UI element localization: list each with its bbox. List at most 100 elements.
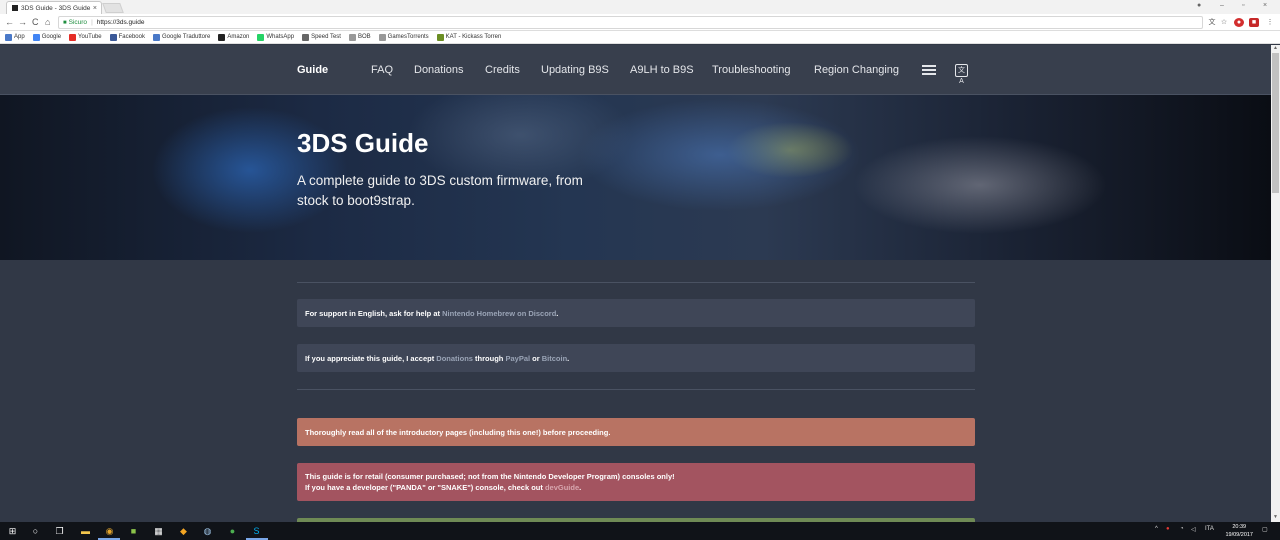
- bookmark-label: App: [14, 34, 25, 40]
- nav-updating-b9s[interactable]: Updating B9S: [541, 64, 609, 76]
- apps-grid-icon: [5, 33, 12, 41]
- bookmark-item[interactable]: YouTube: [69, 33, 102, 41]
- support-text: For support in English, ask for help at …: [305, 308, 967, 319]
- bitcoin-link[interactable]: Bitcoin: [542, 354, 567, 363]
- discord-link[interactable]: Nintendo Homebrew on Discord: [442, 309, 556, 318]
- bookmark-item[interactable]: Google Traduttore: [152, 33, 210, 41]
- speedtest-icon: [302, 33, 310, 41]
- bookmark-label: Speed Test: [311, 34, 341, 40]
- reload-icon[interactable]: C: [32, 17, 39, 27]
- tab-close-icon[interactable]: ×: [93, 5, 97, 12]
- language-translate-icon[interactable]: 文A: [955, 64, 968, 85]
- chrome-icon[interactable]: ◉: [104, 526, 115, 537]
- home-icon[interactable]: ⌂: [45, 17, 50, 27]
- support-notice: For support in English, ask for help at …: [297, 299, 975, 327]
- scroll-up-icon[interactable]: ▲: [1271, 45, 1280, 53]
- bookmark-item[interactable]: GamesTorrents: [378, 33, 429, 41]
- divider: [297, 282, 975, 283]
- back-icon[interactable]: ←: [5, 17, 14, 27]
- forward-icon[interactable]: →: [18, 17, 27, 27]
- task-view-icon[interactable]: ❐: [54, 526, 65, 537]
- whatsapp-icon: [257, 33, 265, 41]
- bookmark-item[interactable]: WhatsApp: [257, 33, 295, 41]
- bookmark-label: BOB: [357, 34, 371, 40]
- donations-link[interactable]: Donations: [436, 354, 473, 363]
- notifications-icon[interactable]: ▢: [1262, 526, 1268, 533]
- nav-credits[interactable]: Credits: [485, 64, 520, 76]
- utorrent-icon[interactable]: ●: [227, 526, 238, 537]
- retail-line-1: This guide is for retail (consumer purch…: [305, 472, 675, 481]
- bookmark-item[interactable]: Google: [32, 33, 61, 41]
- bookmark-item[interactable]: KAT - Kickass Torren: [436, 33, 502, 41]
- calculator-icon[interactable]: ▦: [153, 526, 164, 537]
- maximize-button[interactable]: ▫: [1242, 2, 1244, 9]
- lock-icon: ■: [63, 19, 67, 26]
- bookmark-label: Amazon: [227, 34, 250, 40]
- nav-faq[interactable]: FAQ: [371, 64, 393, 76]
- bookmark-item[interactable]: Amazon: [218, 33, 250, 41]
- retail-suffix: .: [579, 483, 582, 492]
- language-indicator[interactable]: ITA: [1205, 526, 1214, 532]
- volume-icon[interactable]: ◁: [1191, 526, 1196, 533]
- hamburger-menu-icon[interactable]: [922, 65, 936, 75]
- paypal-link[interactable]: PayPal: [505, 354, 530, 363]
- adblock-icon[interactable]: ●: [1234, 18, 1244, 27]
- retail-line-2-prefix: If you have a developer ("PANDA" or "SNA…: [305, 483, 545, 492]
- nav-a9lh-to-b9s[interactable]: A9LH to B9S: [630, 64, 694, 76]
- scroll-thumb[interactable]: [1272, 53, 1279, 193]
- steam-icon[interactable]: ◍: [202, 526, 213, 537]
- system-clock[interactable]: 20:39 19/09/2017: [1225, 523, 1253, 539]
- secure-label: Sicuro: [68, 19, 88, 26]
- divider: |: [91, 19, 93, 26]
- support-prefix: For support in English, ask for help at: [305, 308, 443, 318]
- extension-icon[interactable]: ■: [1249, 18, 1259, 27]
- bookmark-item[interactable]: BOB: [348, 33, 371, 41]
- tray-expand-icon[interactable]: ^: [1155, 526, 1158, 532]
- youtube-icon: [69, 33, 77, 41]
- translate-page-icon[interactable]: 文: [1207, 18, 1217, 27]
- clock-time: 20:39: [1232, 524, 1247, 530]
- bookmark-item[interactable]: App: [5, 33, 25, 41]
- amazon-icon: [218, 33, 226, 41]
- donate-mid1: through: [472, 353, 506, 363]
- address-bar[interactable]: ■ Sicuro | https://3ds.guide: [58, 16, 1203, 29]
- nav-donations[interactable]: Donations: [414, 64, 464, 76]
- browser-toolbar: ← → C ⌂ ■ Sicuro | https://3ds.guide 文 ☆…: [0, 14, 1280, 31]
- site-brand[interactable]: Guide: [297, 64, 328, 76]
- new-tab-button[interactable]: [102, 3, 124, 13]
- site-favicon-icon: [12, 5, 18, 11]
- bookmark-item[interactable]: Facebook: [109, 33, 145, 41]
- scroll-down-icon[interactable]: ▼: [1271, 514, 1280, 522]
- bookmark-star-icon[interactable]: ☆: [1219, 18, 1229, 27]
- kat-icon: [436, 33, 444, 41]
- windows-start-icon[interactable]: ⊞: [7, 526, 18, 537]
- cortana-icon[interactable]: ○: [30, 526, 41, 537]
- donate-prefix: If you appreciate this guide, I accept: [305, 353, 437, 363]
- tray-app-icon[interactable]: ●: [1166, 526, 1170, 532]
- profile-icon[interactable]: ●: [1197, 2, 1201, 9]
- file-explorer-icon[interactable]: ▬: [80, 526, 91, 537]
- bookmark-item[interactable]: Speed Test: [302, 33, 341, 41]
- nav-region-changing[interactable]: Region Changing: [814, 64, 899, 76]
- donation-notice: If you appreciate this guide, I accept D…: [297, 344, 975, 372]
- bookmark-label: KAT - Kickass Torren: [445, 34, 502, 40]
- support-suffix: .: [556, 308, 559, 318]
- clock-date: 19/09/2017: [1225, 532, 1253, 538]
- page-scrollbar[interactable]: ▲ ▼: [1271, 45, 1280, 522]
- facebook-icon: [109, 33, 117, 41]
- devguide-link[interactable]: devGuide: [545, 483, 579, 492]
- nav-troubleshooting[interactable]: Troubleshooting: [712, 64, 790, 76]
- network-icon[interactable]: ◔: [1180, 526, 1184, 532]
- skype-icon[interactable]: S: [251, 526, 262, 537]
- main-content: For support in English, ask for help at …: [0, 260, 1271, 522]
- minimize-button[interactable]: –: [1220, 2, 1224, 9]
- close-window-button[interactable]: ×: [1263, 2, 1267, 9]
- bookmark-label: WhatsApp: [266, 34, 295, 40]
- donate-mid2: or: [530, 353, 542, 363]
- menu-dots-icon[interactable]: ⋮: [1265, 18, 1275, 27]
- site-navbar: Guide FAQ Donations Credits Updating B9S…: [0, 45, 1271, 95]
- app-cube-icon[interactable]: ◆: [178, 526, 189, 537]
- browser-tab[interactable]: 3DS Guide - 3DS Guide ×: [6, 1, 102, 14]
- minecraft-icon[interactable]: ■: [128, 526, 139, 537]
- page-title: 3DS Guide: [297, 128, 429, 158]
